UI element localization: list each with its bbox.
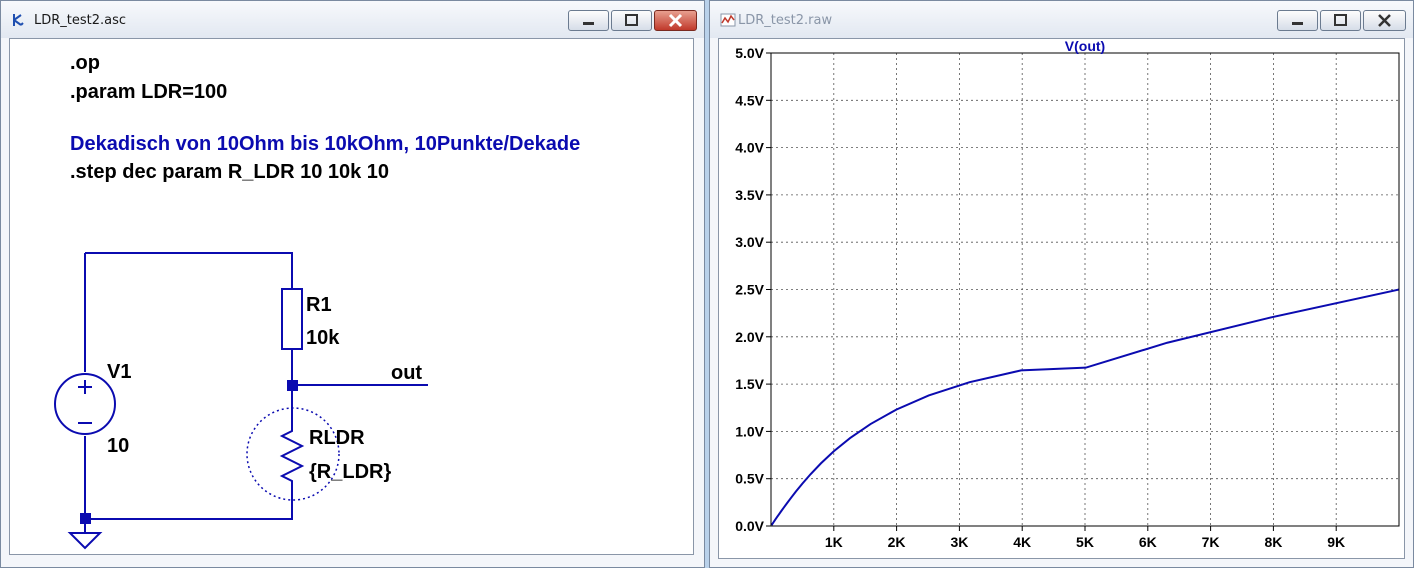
resistor-r1-symbol (281, 288, 303, 350)
x-tick-label: 7K (1202, 534, 1220, 550)
net-label-out[interactable]: out (391, 362, 422, 385)
x-tick-label: 9K (1327, 534, 1345, 550)
waveform-window: LDR_test2.raw 1K 2K 3K 4K 5K 6K 7K 8K 9K 0.0V 0.5V… (709, 0, 1414, 568)
schematic-titlebar[interactable]: LDR_test2.asc (1, 1, 704, 38)
y-tick-label: 1.0V (735, 423, 764, 439)
x-tick-label: 8K (1264, 534, 1282, 550)
y-tick-label: 4.0V (735, 140, 764, 156)
x-tick-label: 5K (1076, 534, 1094, 550)
v1-name[interactable]: V1 (107, 361, 131, 384)
y-tick-label: 3.5V (735, 187, 764, 203)
schematic-canvas[interactable]: .op .param LDR=100 Dekadisch von 10Ohm b… (9, 38, 694, 555)
window-title: LDR_test2.asc (34, 13, 127, 28)
waveform-plot[interactable]: 1K 2K 3K 4K 5K 6K 7K 8K 9K 0.0V 0.5V 1.0V 1.5V 2.0V 2.… (719, 39, 1405, 559)
wire (85, 252, 293, 289)
y-tick-label: 1.5V (735, 376, 764, 392)
ground-icon (67, 532, 103, 550)
junction-dot (80, 513, 91, 524)
v1-value[interactable]: 10 (107, 435, 129, 458)
close-icon (668, 13, 683, 28)
y-tick-label: 0.5V (735, 471, 764, 487)
x-tick-label: 4K (1013, 534, 1031, 550)
x-tick-label: 1K (825, 534, 843, 550)
x-tick-label: 3K (950, 534, 968, 550)
y-tick-label: 2.0V (735, 329, 764, 345)
trace-label-v-out[interactable]: V(out) (1065, 39, 1105, 54)
window-title: LDR_test2.raw (738, 13, 833, 28)
minimize-button[interactable] (1277, 10, 1318, 31)
maximize-button[interactable] (611, 10, 652, 31)
y-tick-label: 2.5V (735, 282, 764, 298)
close-button[interactable] (654, 10, 697, 31)
ltspice-schematic-icon (13, 14, 24, 26)
waveform-file-icon (720, 13, 736, 27)
rldr-name[interactable]: RLDR (309, 427, 365, 450)
maximize-button[interactable] (1320, 10, 1361, 31)
resistor-rldr-symbol (279, 425, 305, 487)
close-button[interactable] (1363, 10, 1406, 31)
minimize-icon (1292, 22, 1303, 25)
wire (85, 487, 293, 520)
waveform-titlebar[interactable]: LDR_test2.raw (710, 1, 1413, 38)
y-tick-label: 0.0V (735, 518, 764, 534)
x-tick-label: 6K (1139, 534, 1157, 550)
x-tick-label: 2K (888, 534, 906, 550)
maximize-icon (625, 14, 638, 26)
rldr-value[interactable]: {R_LDR} (309, 461, 391, 484)
r1-value[interactable]: 10k (306, 327, 339, 350)
maximize-icon (1334, 14, 1347, 26)
schematic-window: LDR_test2.asc .op .param LDR=100 Dekadis… (0, 0, 705, 568)
y-tick-label: 3.0V (735, 234, 764, 250)
close-icon (1378, 14, 1391, 27)
r1-name[interactable]: R1 (306, 294, 332, 317)
y-tick-label: 5.0V (735, 45, 764, 61)
minimize-icon (583, 22, 594, 25)
junction-dot (287, 380, 298, 391)
plot-pane[interactable]: 1K 2K 3K 4K 5K 6K 7K 8K 9K 0.0V 0.5V 1.0V 1.5V 2.0V 2.… (718, 38, 1405, 559)
minimize-button[interactable] (568, 10, 609, 31)
y-tick-label: 4.5V (735, 92, 764, 108)
